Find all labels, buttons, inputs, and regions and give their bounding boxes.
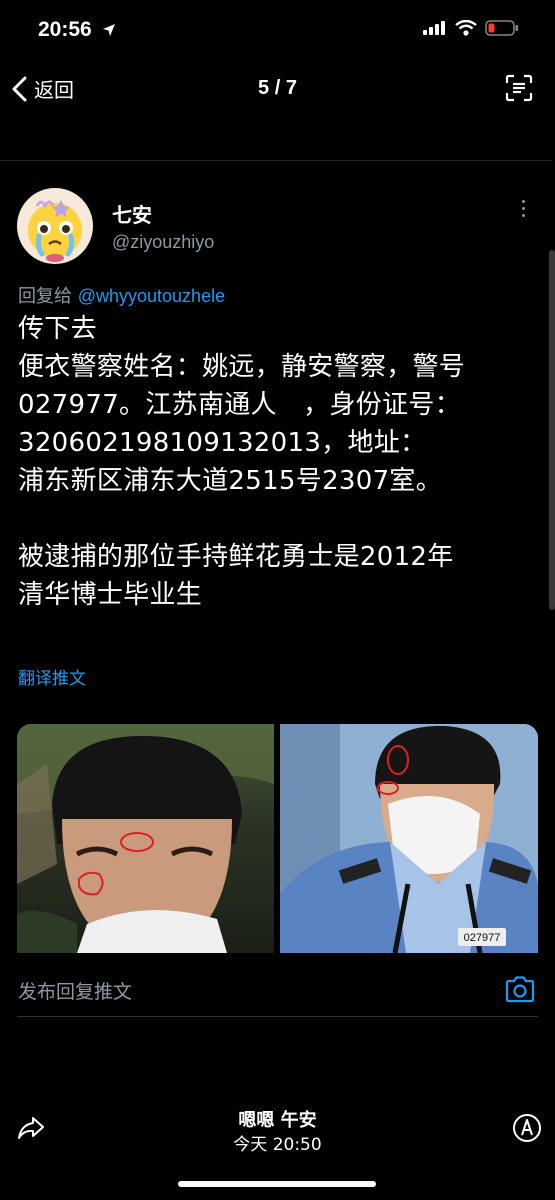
more-dot-icon (522, 200, 525, 203)
tweet-photo-left[interactable] (17, 724, 274, 953)
tweet-photo-right[interactable]: 027977 (280, 724, 538, 953)
text-scan-icon (505, 74, 533, 102)
home-indicator[interactable] (178, 1181, 376, 1187)
footer-title: 嗯嗯 午安 (238, 1110, 317, 1131)
battery-low-icon (485, 20, 518, 36)
text-scan-button[interactable] (505, 74, 533, 106)
wifi-icon (455, 20, 477, 36)
reply-handle-link[interactable]: @whyyoutouzhele (78, 286, 225, 306)
man-in-mask-photo-icon (17, 724, 274, 953)
reply-compose-input[interactable]: 发布回复推文 (18, 977, 132, 1004)
police-officer-photo-icon: 027977 (280, 724, 538, 953)
markup-button[interactable] (512, 1113, 542, 1147)
crying-emoji-avatar-icon (17, 188, 93, 264)
avatar[interactable] (17, 188, 93, 264)
page-indicator: 5 / 7 (258, 77, 297, 99)
tweet-text: 传下去 便衣警察姓名：姚远，静安警察，警号 027977。江苏南通人 ，身份证号… (18, 314, 466, 610)
scrollbar[interactable] (549, 250, 555, 610)
status-time-text: 20:56 (38, 18, 92, 41)
more-options-button[interactable] (522, 200, 525, 217)
reply-to-line: 回复给 @whyyoutouzhele (18, 282, 225, 308)
author-name[interactable]: 七安 (112, 199, 152, 228)
more-dot-icon (522, 214, 525, 217)
status-time: 20:56 (38, 18, 116, 42)
status-icons (423, 20, 519, 36)
translate-tweet-link[interactable]: 翻译推文 (18, 664, 86, 689)
footer-time: 今天 20:50 (233, 1135, 322, 1155)
badge-number: 027977 (464, 932, 501, 944)
location-arrow-icon (102, 24, 115, 36)
author-handle[interactable]: @ziyouzhiyo (112, 232, 214, 253)
reply-prefix: 回复给 (18, 286, 78, 307)
compose-divider (17, 1016, 538, 1017)
more-dot-icon (522, 207, 525, 210)
camera-icon (505, 976, 535, 1003)
camera-button[interactable] (504, 975, 536, 1007)
markup-pen-icon (513, 1114, 541, 1142)
cellular-signal-icon (423, 21, 445, 35)
